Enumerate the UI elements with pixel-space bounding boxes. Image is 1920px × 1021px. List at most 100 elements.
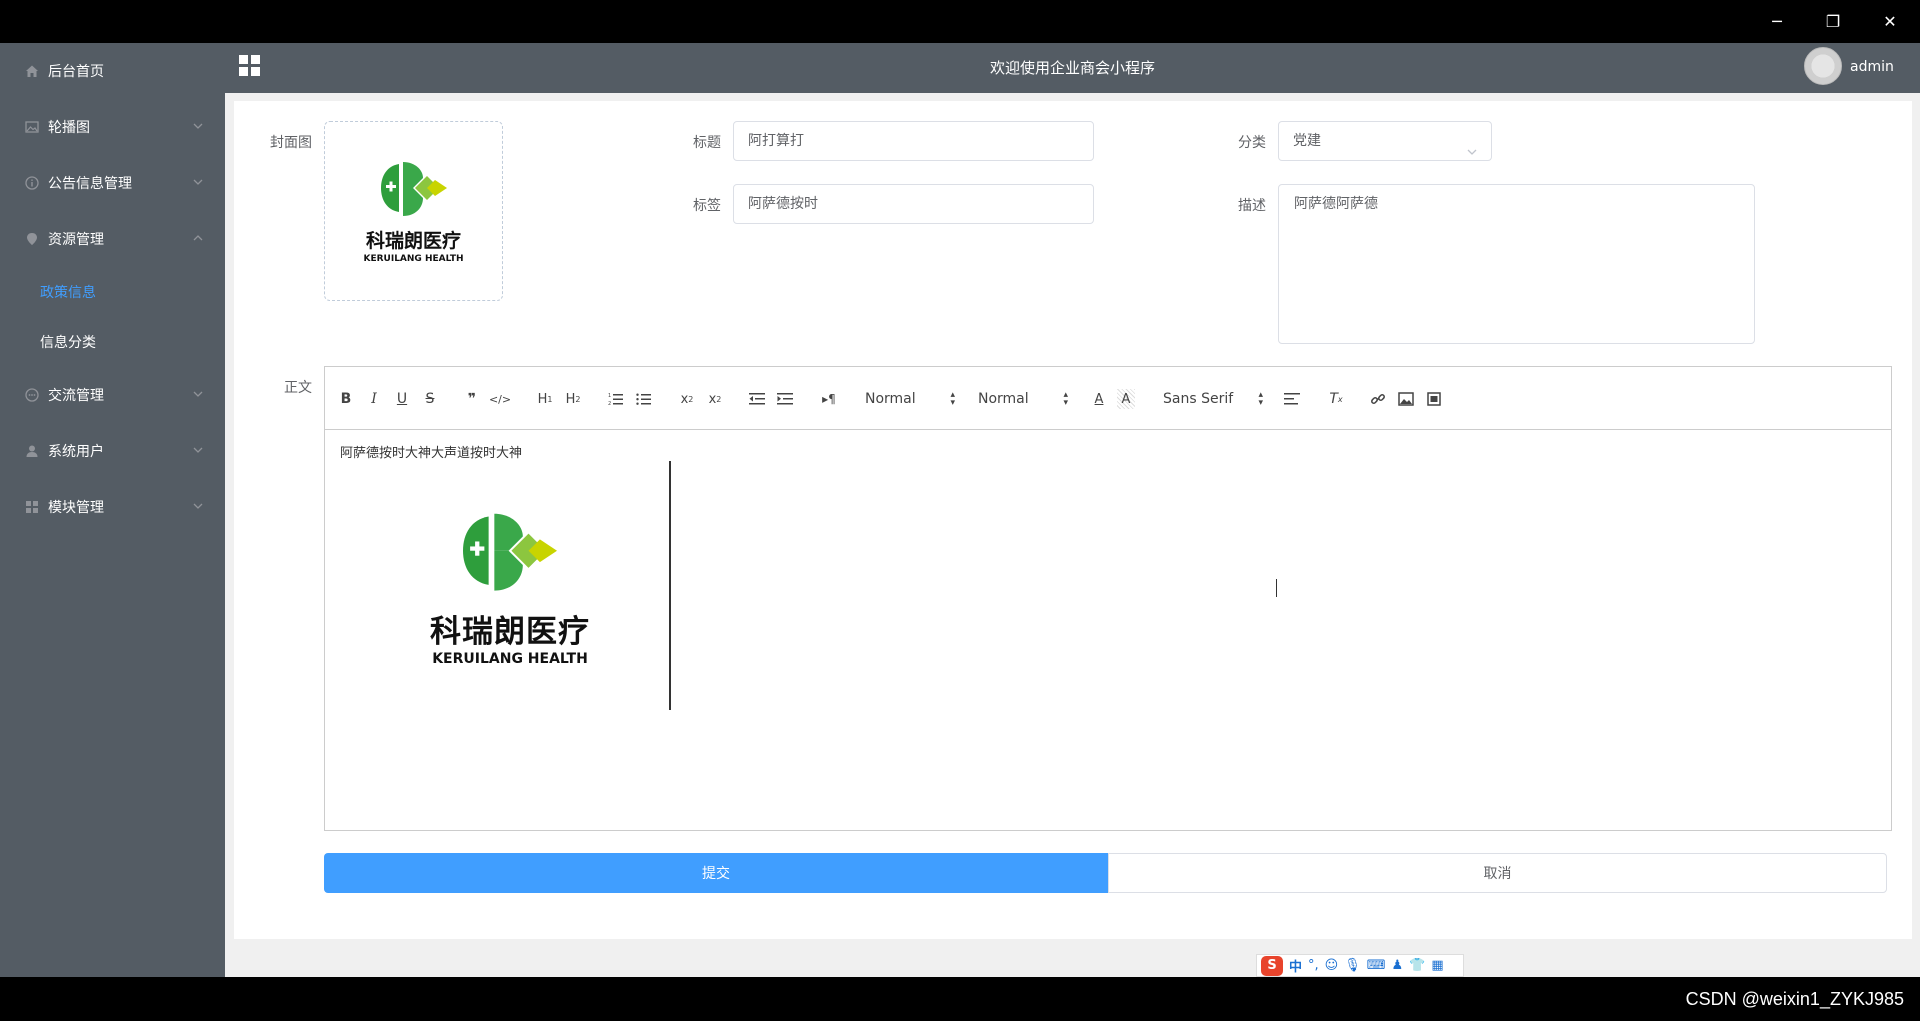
font-select[interactable]: Sans Serif ▴ ▾	[1163, 389, 1263, 409]
link-icon[interactable]	[1369, 389, 1387, 409]
grid-icon	[24, 499, 40, 515]
sidebar-item-resource[interactable]: 资源管理	[0, 211, 225, 267]
text-cursor	[669, 461, 671, 710]
strike-button[interactable]: S	[421, 389, 439, 409]
font-select-value: Sans Serif	[1163, 391, 1234, 407]
sidebar-item-home[interactable]: 后台首页	[0, 43, 225, 99]
video-insert-icon[interactable]	[1425, 389, 1443, 409]
title-label: 标题	[693, 135, 721, 151]
chevron-down-icon	[193, 119, 203, 135]
editor-image[interactable]: 科瑞朗医疗 KERUILANG HEALTH	[415, 508, 605, 667]
i-beam-cursor-icon	[1276, 579, 1284, 597]
editor-text: 阿萨德按时大神大声道按时大神	[340, 446, 523, 461]
category-value: 党建	[1293, 133, 1321, 149]
text-direction-button[interactable]: ▸¶	[819, 389, 839, 409]
h2-button[interactable]: H2	[562, 389, 584, 409]
cover-label: 封面图	[270, 135, 312, 151]
sidebar-item-label: 公告信息管理	[48, 176, 132, 192]
desc-textarea[interactable]: 阿萨德阿萨德	[1278, 184, 1755, 344]
user-ime-icon: ♟	[1391, 958, 1404, 973]
sidebar-item-label: 模块管理	[48, 500, 104, 516]
bold-button[interactable]: B	[337, 389, 355, 409]
punctuation-icon: °,	[1308, 958, 1319, 973]
tag-input[interactable]: 阿萨德按时	[733, 184, 1094, 224]
sidebar-item-exchange[interactable]: 交流管理	[0, 367, 225, 423]
avatar[interactable]	[1804, 47, 1842, 85]
category-select[interactable]: 党建	[1278, 121, 1492, 161]
minimize-button[interactable]: ─	[1762, 6, 1792, 36]
superscript-button[interactable]: x2	[705, 389, 725, 409]
updown-icon: ▴ ▾	[1063, 390, 1068, 408]
chevron-up-icon	[193, 231, 203, 247]
sidebar-item-label: 轮播图	[48, 120, 90, 136]
info-icon	[24, 175, 40, 191]
sidebar-item-carousel[interactable]: 轮播图	[0, 99, 225, 155]
chevron-down-icon	[193, 499, 203, 515]
cancel-button[interactable]: 取消	[1108, 853, 1887, 893]
chevron-down-icon	[193, 175, 203, 191]
underline-button[interactable]: U	[393, 389, 411, 409]
logo-en: KERUILANG HEALTH	[363, 254, 464, 264]
code-block-button[interactable]: </>	[489, 389, 511, 409]
header-select-value: Normal	[865, 391, 916, 407]
sidebar-item-modules[interactable]: 模块管理	[0, 479, 225, 535]
cover-upload[interactable]: 科瑞朗医疗 KERUILANG HEALTH	[324, 121, 503, 301]
location-icon	[24, 231, 40, 247]
tag-label: 标签	[693, 198, 721, 214]
title-input[interactable]: 阿打算打	[733, 121, 1094, 161]
background-color-button[interactable]: A	[1117, 389, 1135, 409]
body-label: 正文	[284, 380, 312, 396]
top-header: 欢迎使用企业商会小程序 admin	[225, 43, 1920, 93]
indent-icon[interactable]	[776, 389, 794, 409]
updown-icon: ▴ ▾	[950, 390, 955, 408]
category-label: 分类	[1238, 135, 1266, 151]
image-insert-icon[interactable]	[1397, 389, 1415, 409]
clear-format-button[interactable]: Tx	[1327, 389, 1345, 409]
restore-button[interactable]: ❐	[1818, 6, 1848, 36]
header-select[interactable]: Normal ▴ ▾	[865, 389, 955, 409]
bullet-list-icon[interactable]	[635, 389, 653, 409]
sidebar-subitem-policy[interactable]: 政策信息	[0, 267, 225, 317]
chevron-down-icon	[1467, 134, 1477, 172]
user-name[interactable]: admin	[1850, 59, 1894, 75]
sidebar-subitem-label: 政策信息	[40, 285, 96, 301]
size-select[interactable]: Normal ▴ ▾	[978, 389, 1068, 409]
ime-mode: 中	[1289, 960, 1303, 975]
logo-cn: 科瑞朗医疗	[365, 230, 461, 252]
emoji-icon: ☺	[1324, 958, 1339, 973]
window-titlebar: ─ ❐ ✕	[0, 0, 1920, 43]
sogou-logo-icon: S	[1261, 955, 1283, 976]
image-icon	[24, 119, 40, 135]
chevron-down-icon	[193, 387, 203, 403]
page-title: 欢迎使用企业商会小程序	[989, 59, 1155, 77]
svg-text:1: 1	[608, 393, 611, 399]
skin-icon: 👕	[1409, 958, 1426, 973]
blockquote-button[interactable]: ❞	[463, 389, 481, 409]
italic-button[interactable]: I	[365, 389, 383, 409]
keyboard-icon: ⌨	[1366, 958, 1386, 973]
subscript-button[interactable]: x2	[677, 389, 697, 409]
close-button[interactable]: ✕	[1875, 6, 1905, 36]
rich-text-editor[interactable]: 阿萨德按时大神大声道按时大神 科瑞朗医疗 KERUILANG HEALTH	[324, 430, 1892, 831]
align-icon[interactable]	[1283, 389, 1301, 409]
sidebar: 后台首页 轮播图 公告信息管理 资源管理 政策信息 信息分类 交流管理 系统用户…	[0, 43, 225, 977]
chevron-down-icon	[193, 443, 203, 459]
size-select-value: Normal	[978, 391, 1029, 407]
watermark: CSDN @weixin1_ZYKJ985	[1685, 989, 1904, 1009]
ime-toolbar[interactable]: S 中 °, ☺ 🎙 ⌨ ♟ 👕 ▦	[1256, 954, 1464, 977]
sidebar-item-users[interactable]: 系统用户	[0, 423, 225, 479]
sidebar-item-label: 系统用户	[48, 444, 104, 460]
submit-button[interactable]: 提交	[324, 853, 1108, 893]
outdent-icon[interactable]	[748, 389, 766, 409]
microphone-icon: 🎙	[1344, 958, 1361, 973]
h1-button[interactable]: H1	[534, 389, 556, 409]
sidebar-item-label: 交流管理	[48, 388, 104, 404]
chat-icon	[24, 387, 40, 403]
updown-icon: ▴ ▾	[1258, 390, 1263, 408]
sidebar-subitem-category[interactable]: 信息分类	[0, 317, 225, 367]
ordered-list-icon[interactable]: 12	[607, 389, 625, 409]
sidebar-item-notice[interactable]: 公告信息管理	[0, 155, 225, 211]
logo-cn: 科瑞朗医疗	[430, 614, 590, 650]
font-color-button[interactable]: A	[1090, 389, 1108, 409]
ime-grid-icon: ▦	[1431, 958, 1444, 973]
